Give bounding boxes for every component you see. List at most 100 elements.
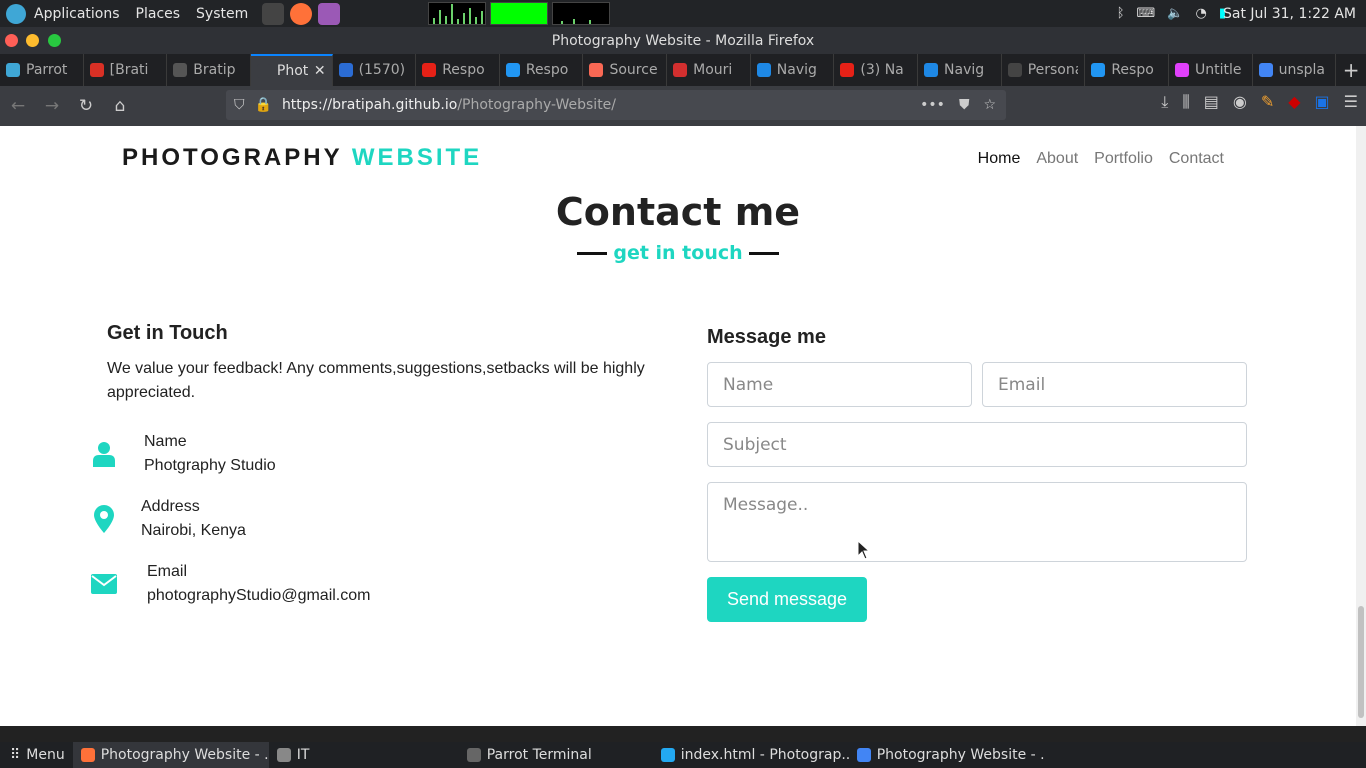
library-icon[interactable]: ⫼ [1182,92,1189,112]
volume-icon[interactable]: 🔈 [1167,6,1183,21]
scrollbar-thumb[interactable] [1358,606,1364,718]
browser-tab[interactable]: Respo [416,54,500,86]
tab-label: Parrot [26,62,68,78]
reload-button[interactable]: ↻ [70,90,102,122]
browser-tab[interactable]: Respo [500,54,584,86]
page-footer-strip [0,726,1366,742]
clock[interactable]: Sat Jul 31, 1:22 AM [1223,0,1356,27]
account-icon[interactable]: ◉ [1233,92,1247,112]
bluetooth-icon[interactable]: ᛒ [1117,6,1125,21]
taskbar-app-icon [80,748,95,762]
tab-favicon-icon [756,63,771,77]
browser-tab[interactable]: Navig [751,54,835,86]
applications-menu[interactable]: Applications [26,0,128,27]
sidebar-icon[interactable]: ▤ [1204,92,1219,112]
tab-label: Photog [276,63,308,79]
taskbar-window-item[interactable]: IT [269,742,459,768]
taskbar-window-item[interactable]: Photography Website - ... [849,742,1045,768]
subject-input[interactable]: Subject [707,422,1247,467]
email-input[interactable]: Email [982,362,1247,407]
envelope-icon [89,574,119,594]
navigation-toolbar: ← → ↻ ⌂ ⛉ 🔒 https://bratipah.github.io/P… [0,86,1366,126]
site-brand[interactable]: PHOTOGRAPHY WEBSITE [122,144,482,172]
keyboard-icon[interactable]: ⌨ [1137,6,1156,21]
tab-label: Navig [944,62,985,78]
close-tab-icon[interactable]: ✕ [314,63,326,79]
ublock-icon[interactable]: ◆ [1288,92,1300,112]
system-menu[interactable]: System [188,0,256,27]
nav-contact[interactable]: Contact [1169,150,1224,168]
info-address-row: Address Nairobi, Kenya [89,495,649,543]
extension-badge-icon[interactable]: ✎ [1261,92,1274,112]
minimize-window-button[interactable] [26,34,39,47]
browser-tab[interactable]: Respo [1085,54,1169,86]
tab-favicon-icon [1091,63,1106,77]
downloads-icon[interactable]: ⤓ [1161,92,1168,112]
taskbar-menu-button[interactable]: ⠿ Menu [0,742,73,768]
browser-tab[interactable]: Untitle [1169,54,1253,86]
hamburger-menu-icon[interactable]: ☰ [1344,92,1358,112]
page-scrollbar[interactable] [1356,126,1366,726]
tab-favicon-icon [1258,63,1273,77]
tab-favicon-icon [840,63,855,77]
tab-favicon-icon [89,63,104,77]
user-icon [89,441,119,467]
info-name-row: Name Photgraphy Studio [89,430,649,478]
page-actions-icon[interactable]: ••• [920,97,945,113]
info-email-row: Email photographyStudio@gmail.com [89,560,649,608]
extension-s-icon[interactable]: ▣ [1315,92,1330,112]
nav-about[interactable]: About [1036,150,1078,168]
nav-home[interactable]: Home [978,150,1021,168]
browser-tab[interactable]: Source [583,54,668,86]
browser-tab[interactable]: Navig [918,54,1002,86]
tab-favicon-icon [589,63,604,77]
name-input[interactable]: Name [707,362,972,407]
map-marker-icon [89,505,119,533]
back-button[interactable]: ← [2,90,34,122]
tab-label: Mouri [693,62,733,78]
browser-tab[interactable]: (1570) [333,54,417,86]
bookmark-star-icon[interactable]: ☆ [983,97,996,113]
browser-tab[interactable]: Photog ✕ [250,54,333,86]
browser-tab[interactable]: (3) Na [834,54,919,86]
nav-portfolio[interactable]: Portfolio [1094,150,1153,168]
parrot-logo-icon[interactable] [6,3,26,24]
text-editor-launcher-icon[interactable] [318,2,341,25]
url-path: /Photography-Website/ [457,97,617,113]
browser-tab[interactable]: unspla [1253,54,1337,86]
forward-button[interactable]: → [36,90,68,122]
tab-label: [Brati [109,62,149,78]
places-menu[interactable]: Places [128,0,189,27]
url-bar[interactable]: ⛉ 🔒 https://bratipah.github.io/Photograp… [226,90,1006,120]
taskbar-window-item[interactable]: Photography Website - ... [72,742,269,768]
tab-label: (3) Na [860,62,904,78]
tab-label: Respo [442,62,485,78]
send-message-button[interactable]: Send message [707,577,867,622]
maximize-window-button[interactable] [48,34,61,47]
site-header: PHOTOGRAPHY WEBSITE Home About Portfolio… [0,126,1356,190]
tab-label: Respo [525,62,569,78]
taskbar-window-item[interactable]: Parrot Terminal [459,742,653,768]
browser-tab[interactable]: Mouri [667,54,751,86]
home-button[interactable]: ⌂ [104,90,136,122]
section-subtitle: get in touch [0,242,1356,264]
browser-tab[interactable]: [Brati [84,54,168,86]
message-textarea[interactable]: Message.. [707,482,1247,562]
browser-tab[interactable]: Parrot [0,54,84,86]
email-value[interactable]: photographyStudio@gmail.com [147,584,370,608]
new-tab-button[interactable]: + [1336,54,1366,86]
terminal-launcher-icon[interactable] [262,2,285,25]
wifi-icon[interactable]: ◔ [1196,6,1207,21]
browser-tab[interactable]: Personal [1002,54,1086,86]
firefox-launcher-icon[interactable] [290,2,313,25]
browser-tab[interactable]: Bratip [167,54,251,86]
tab-favicon-icon [924,63,939,77]
mouse-cursor-icon [857,540,871,560]
taskbar-window-item[interactable]: index.html - Photograp... [653,742,849,768]
tab-strip: Parrot [Brati Bratip Photog ✕ (1570) Respo Resp… [0,54,1366,86]
close-window-button[interactable] [5,34,18,47]
tracking-protection-icon[interactable]: ⛉ [234,97,245,113]
pocket-icon[interactable]: ⛊ [959,97,970,113]
window-titlebar: Photography Website - Mozilla Firefox [0,27,1366,54]
lock-icon[interactable]: 🔒 [255,97,272,113]
